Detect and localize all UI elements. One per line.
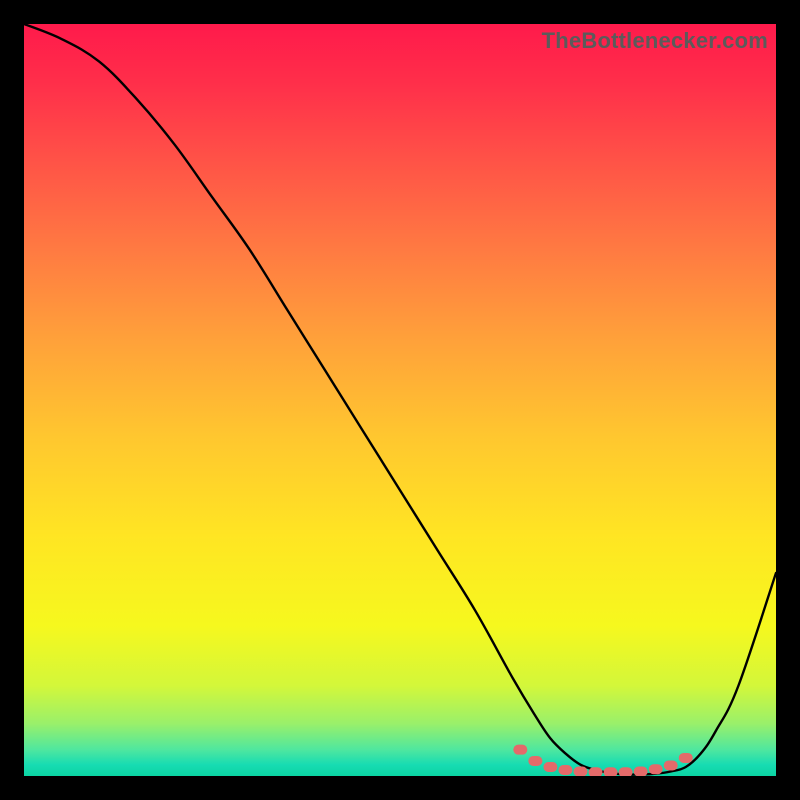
chart-marker xyxy=(528,756,542,766)
chart-marker xyxy=(679,753,693,763)
chart-background xyxy=(24,24,776,776)
chart-frame: TheBottlenecker.com xyxy=(24,24,776,776)
chart-marker xyxy=(664,760,678,770)
chart-marker xyxy=(634,766,648,776)
chart-marker xyxy=(543,762,557,772)
chart-marker xyxy=(649,764,663,774)
chart-marker xyxy=(589,767,603,776)
chart-marker xyxy=(573,766,587,776)
chart-marker xyxy=(558,765,572,775)
chart-marker xyxy=(619,767,633,776)
chart-marker xyxy=(604,767,618,776)
chart-plot xyxy=(24,24,776,776)
chart-svg xyxy=(24,24,776,776)
chart-marker xyxy=(513,745,527,755)
